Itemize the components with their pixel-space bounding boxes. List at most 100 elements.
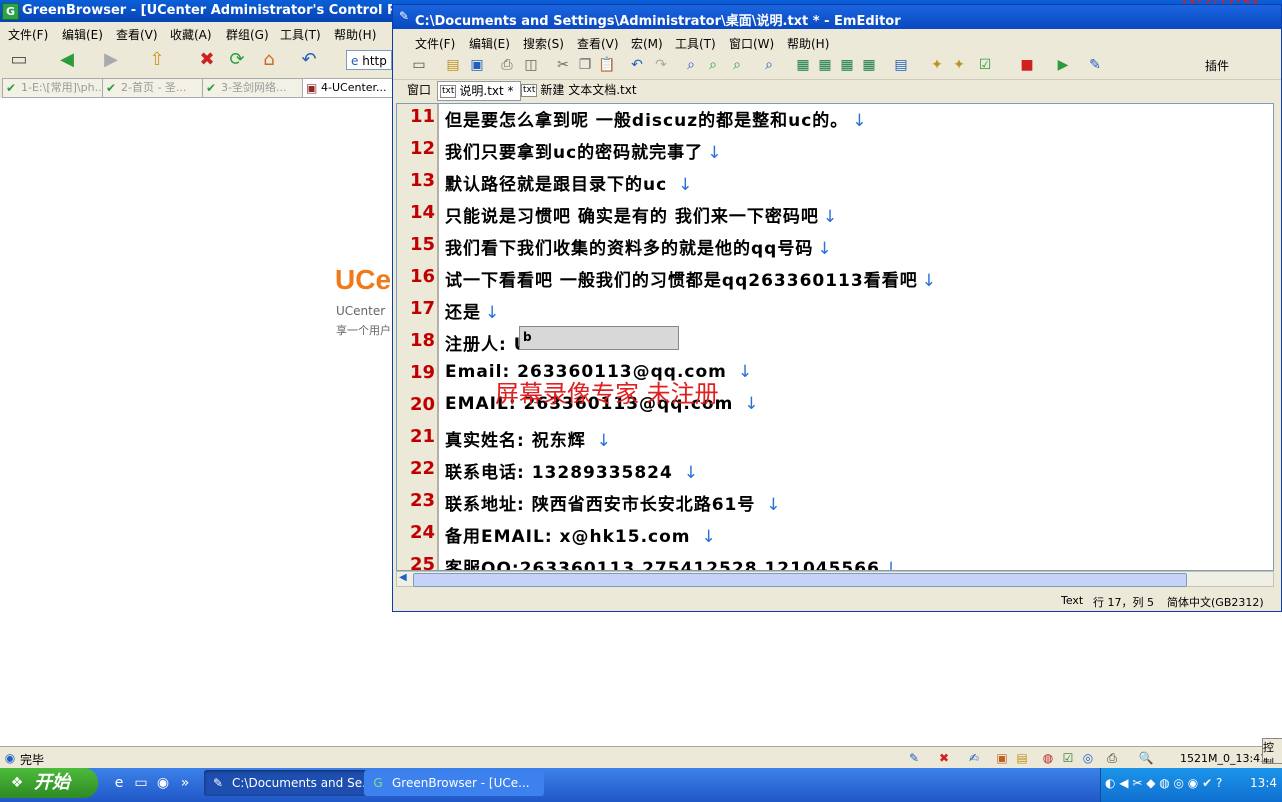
text-line[interactable]: 联系地址: 陕西省西安市长安北路61号 ↓ — [445, 490, 782, 515]
check-box-icon[interactable]: ☑ — [1060, 750, 1076, 766]
forward-icon[interactable]: ▶ — [98, 48, 124, 72]
gb-tab-3[interactable]: ✔ 3-圣剑网络... — [202, 78, 306, 98]
tab-new-document[interactable]: txt 新建 文本文档.txt — [521, 81, 637, 99]
em-menu-help[interactable]: 帮助(H) — [787, 35, 829, 52]
no-wrap-icon[interactable]: ▦ — [859, 55, 879, 75]
copy-icon[interactable]: ❐ — [575, 55, 595, 75]
run-macro-icon[interactable]: ▶ — [1053, 55, 1073, 75]
zoom-icon[interactable]: 🔍 — [1138, 750, 1154, 766]
editor-text-area[interactable]: 11 12 13 14 15 16 17 18 19 20 21 22 23 24 25 但是要怎么拿到呢 … — [396, 103, 1274, 571]
new-file-icon[interactable]: ▭ — [409, 55, 429, 75]
folder-quicklaunch-icon[interactable]: ▭ — [132, 774, 150, 792]
gb-tab-2[interactable]: ✔ 2-首页 - 圣... — [102, 78, 204, 98]
gb-menu-file[interactable]: 文件(F) — [8, 26, 48, 43]
wrap-by-page-icon[interactable]: ▦ — [837, 55, 857, 75]
new-page-icon[interactable]: ▭ — [6, 48, 32, 72]
globe-icon[interactable]: ◎ — [1080, 750, 1096, 766]
stop-icon[interactable]: ✖ — [194, 48, 220, 72]
folder-icon[interactable]: ▤ — [1014, 750, 1030, 766]
all-properties-icon[interactable]: ✦ — [949, 55, 969, 75]
undo-close-icon[interactable]: ↶ — [296, 48, 322, 72]
gb-menu-help[interactable]: 帮助(H) — [334, 26, 376, 43]
find-in-files-icon[interactable]: ⌕ — [759, 55, 779, 75]
print-icon[interactable]: ⎙ — [497, 55, 517, 75]
em-menu-macro[interactable]: 宏(M) — [631, 35, 663, 52]
popup-block-icon[interactable]: ✖ — [936, 750, 952, 766]
check-icon: ✔ — [6, 81, 17, 95]
emeditor-menubar: 文件(F) 编辑(E) 搜索(S) 查看(V) 宏(M) 工具(T) 窗口(W)… — [393, 29, 1281, 51]
print-icon[interactable]: ⎙ — [1104, 750, 1120, 766]
em-menu-file[interactable]: 文件(F) — [415, 35, 455, 52]
line-text: 我们看下我们收集的资料多的就是他的qq号码 — [445, 239, 814, 259]
redo-icon[interactable]: ↷ — [651, 55, 671, 75]
scroll-left-icon[interactable]: ◀ — [399, 572, 407, 583]
em-menu-edit[interactable]: 编辑(E) — [469, 35, 510, 52]
edit-icon[interactable]: ✎ — [906, 750, 922, 766]
address-input[interactable]: e http — [346, 50, 392, 70]
image-icon[interactable]: ▣ — [994, 750, 1010, 766]
gb-menu-edit[interactable]: 编辑(E) — [62, 26, 103, 43]
em-menu-view[interactable]: 查看(V) — [577, 35, 619, 52]
taskbar-item-greenbrowser[interactable]: G GreenBrowser - [UCe... — [364, 770, 544, 796]
line-number: 17 — [409, 298, 435, 319]
macro-tool-icon[interactable]: ✎ — [1085, 55, 1105, 75]
start-button[interactable]: ❖ 开始 — [0, 768, 98, 798]
em-menu-tools[interactable]: 工具(T) — [675, 35, 716, 52]
find-next-icon[interactable]: ⌕ — [703, 55, 723, 75]
refresh-icon[interactable]: ⟳ — [224, 48, 250, 72]
plugins-label[interactable]: 插件 — [1205, 57, 1229, 74]
text-line[interactable]: 联系电话: 13289335824 ↓ — [445, 458, 699, 483]
em-menu-search[interactable]: 搜索(S) — [523, 35, 564, 52]
tray-icons[interactable]: ◐ ◀ ✂ ◆ ◍ ◎ ◉ ✔ ? — [1105, 776, 1222, 790]
text-line[interactable]: 只能说是习惯吧 确实是有的 我们来一下密码吧 ↓ — [445, 202, 838, 227]
gb-menu-groups[interactable]: 群组(G) — [226, 26, 269, 43]
quicklaunch-expand-icon[interactable]: » — [176, 774, 194, 792]
marks-icon[interactable]: ☑ — [975, 55, 995, 75]
text-line[interactable]: 试一下看看吧 一般我们的习惯都是qq263360113看看吧 ↓ — [445, 266, 937, 291]
wrap-by-window-icon[interactable]: ▦ — [815, 55, 835, 75]
scrollbar-thumb[interactable] — [413, 573, 1187, 587]
record-macro-icon[interactable]: ■ — [1017, 55, 1037, 75]
back-icon[interactable]: ◀ — [54, 48, 80, 72]
line-number: 15 — [409, 234, 435, 255]
emeditor-titlebar[interactable]: ✎ C:\Documents and Settings\Administrato… — [393, 5, 1281, 29]
script-icon[interactable]: ✍ — [966, 750, 982, 766]
em-menu-window[interactable]: 窗口(W) — [729, 35, 774, 52]
control-panel-flyout[interactable]: 控制 — [1262, 738, 1282, 764]
text-line[interactable]: 备用EMAIL: x@hk15.com ↓ — [445, 522, 717, 547]
proxy-icon[interactable]: ◍ — [1040, 750, 1056, 766]
taskbar-item-emeditor[interactable]: ✎ C:\Documents and Se... — [204, 770, 384, 796]
gb-menu-view[interactable]: 查看(V) — [116, 26, 158, 43]
up-icon[interactable]: ⇧ — [144, 48, 170, 72]
word-wrap-icon[interactable]: ▦ — [793, 55, 813, 75]
text-line[interactable]: 默认路径就是跟目录下的uc ↓ — [445, 170, 693, 195]
undo-icon[interactable]: ↶ — [627, 55, 647, 75]
config-icon[interactable]: ▤ — [891, 55, 911, 75]
print-preview-icon[interactable]: ◫ — [521, 55, 541, 75]
save-icon[interactable]: ▣ — [467, 55, 487, 75]
text-line[interactable]: 我们只要拿到uc的密码就完事了 ↓ — [445, 138, 722, 163]
paste-icon[interactable]: 📋 — [597, 55, 617, 75]
properties-icon[interactable]: ✦ — [927, 55, 947, 75]
text-line[interactable]: 客服QQ:263360113 275412528 121045566 ↓ — [445, 554, 899, 570]
ie-quicklaunch-icon[interactable]: e — [110, 774, 128, 792]
text-line[interactable]: 我们看下我们收集的资料多的就是他的qq号码 ↓ — [445, 234, 833, 259]
tab-shuoming[interactable]: txt 说明.txt * — [437, 81, 521, 101]
text-line[interactable]: 还是 ↓ — [445, 298, 500, 323]
text-line[interactable]: 真实姓名: 祝东辉 ↓ — [445, 426, 612, 451]
find-icon[interactable]: ⌕ — [681, 55, 701, 75]
gb-menu-favorites[interactable]: 收藏(A) — [170, 26, 212, 43]
find-prev-icon[interactable]: ⌕ — [727, 55, 747, 75]
text-line[interactable]: 但是要怎么拿到呢 一般discuz的都是整和uc的。 ↓ — [445, 106, 868, 131]
gb-menu-tools[interactable]: 工具(T) — [280, 26, 321, 43]
encoding-status[interactable]: 简体中文(GB2312) — [1167, 594, 1264, 610]
browser-quicklaunch-icon[interactable]: ◉ — [154, 774, 172, 792]
gb-tab-1[interactable]: ✔ 1-E:\[常用]\ph... — [2, 78, 104, 98]
line-number: 12 — [409, 138, 435, 159]
horizontal-scrollbar[interactable]: ◀ — [396, 571, 1274, 587]
cut-icon[interactable]: ✂ — [553, 55, 573, 75]
line-number: 22 — [409, 458, 435, 479]
open-file-icon[interactable]: ▤ — [443, 55, 463, 75]
home-icon[interactable]: ⌂ — [256, 48, 282, 72]
gb-tab-4-active[interactable]: ▣ 4-UCenter... — [302, 78, 406, 98]
